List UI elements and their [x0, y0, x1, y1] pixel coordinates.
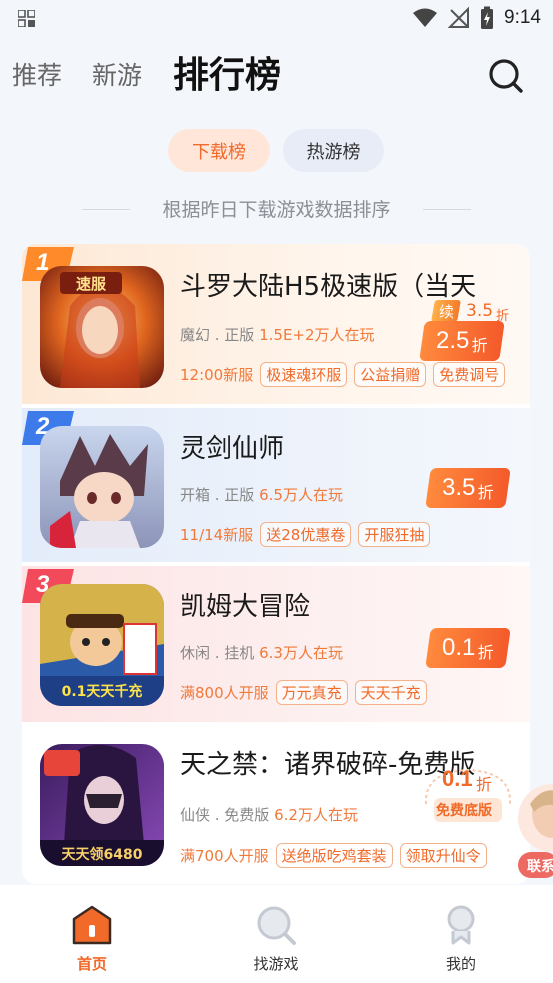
app-grid-icon: [18, 10, 35, 27]
game-tags: 11/14新服 送28优惠卷 开服狂抽: [180, 522, 431, 547]
discount-seal: 0.1 折 免费底版: [420, 764, 516, 826]
icon-label: 速服: [76, 275, 107, 293]
tag: 送28优惠卷: [260, 522, 352, 547]
open-label: 满800人开服: [180, 684, 269, 702]
discount-badge: 0.1 折: [425, 628, 511, 668]
game-tags: 12:00新服 极速魂环服 公益捐赠 免费调号: [180, 362, 506, 387]
game-meta: 开箱 . 正版 6.5万人在玩: [180, 484, 343, 505]
discount-unit: 折: [477, 643, 494, 662]
game-category: 休闲 . 挂机: [180, 644, 255, 662]
discount-unit: 折: [476, 775, 493, 794]
divider: [423, 209, 471, 210]
ranking-caption: 根据昨日下载游戏数据排序: [0, 195, 553, 225]
icon-label: 0.1天天千充: [62, 683, 143, 700]
nav-home-label: 首页: [76, 955, 107, 973]
bottom-nav: 首页 找游戏 我的: [0, 885, 553, 983]
discount-value: 0.1: [442, 766, 473, 791]
game-list: 1 速服 斗罗大陆H5极速版（当天 魔幻 . 正版 1.5E+2万人在玩 12:…: [22, 244, 530, 884]
game-title: 斗罗大陆H5极速版（当天: [180, 272, 477, 302]
game-players: 6.2万人在玩: [274, 806, 358, 824]
game-card[interactable]: 天天领6480 天之禁：诸界破碎-免费版 仙侠 . 免费版 6.2万人在玩 满7…: [22, 726, 530, 884]
open-label: 满700人开服: [180, 847, 269, 865]
tag: 免费调号: [433, 362, 506, 387]
game-players: 1.5E+2万人在玩: [259, 326, 375, 344]
find-games-icon: [257, 906, 296, 945]
renew-label: 续: [439, 303, 455, 321]
game-tags: 满800人开服 万元真充 天天千充: [180, 680, 427, 705]
discount-subtitle: 免费底版: [436, 803, 492, 819]
renew-value: 3.5: [466, 301, 494, 321]
status-bar: 9:14: [0, 0, 553, 38]
subtab-hot[interactable]: 热游榜: [283, 129, 384, 172]
game-players: 6.3万人在玩: [259, 644, 343, 662]
game-card[interactable]: 2 灵剑仙师 开箱 . 正版 6.5万人在玩 11/14新服 送28优惠卷 开服…: [22, 408, 530, 562]
top-nav: 推荐 新游 排行榜: [0, 42, 553, 104]
game-title: 凯姆大冒险: [180, 592, 311, 622]
profile-icon: [447, 905, 475, 945]
ranking-subtabs: 下载榜 热游榜: [0, 129, 553, 173]
nav-find-games-label: 找游戏: [253, 955, 299, 973]
discount-value: 2.5: [436, 327, 470, 354]
game-meta: 休闲 . 挂机 6.3万人在玩: [180, 642, 343, 663]
game-icon[interactable]: 速服: [40, 266, 164, 388]
wifi-icon: [413, 8, 438, 27]
game-meta: 魔幻 . 正版 1.5E+2万人在玩: [180, 324, 375, 345]
game-tags: 满700人开服 送绝版吃鸡套装 领取升仙令: [180, 843, 487, 868]
support-label: 联系: [527, 859, 553, 875]
game-icon[interactable]: [40, 426, 164, 548]
tag: 万元真充: [275, 680, 348, 705]
tab-ranking[interactable]: 排行榜: [173, 46, 281, 98]
nav-profile-label: 我的: [445, 955, 476, 973]
nav-find-games[interactable]: 找游戏: [226, 885, 326, 983]
discount-value: 0.1: [442, 634, 476, 661]
search-icon[interactable]: [486, 56, 526, 96]
subtab-downloads[interactable]: 下载榜: [168, 129, 270, 172]
discount-badge: 3.5 折: [425, 468, 511, 508]
battery-charging-icon: [481, 6, 494, 29]
open-label: 12:00新服: [180, 366, 254, 384]
home-icon: [72, 905, 112, 945]
discount-badge: 2.5 折: [419, 321, 505, 361]
tag: 极速魂环服: [260, 362, 348, 387]
discount-unit: 折: [471, 336, 488, 355]
discount-unit: 折: [477, 483, 494, 502]
game-card[interactable]: 3 0.1天天千充 凯姆大冒险 休闲 . 挂机 6.3万人在玩 满800人开服 …: [22, 566, 530, 722]
discount-value: 3.5: [442, 474, 476, 501]
tab-recommend[interactable]: 推荐: [12, 56, 62, 92]
game-icon[interactable]: 0.1天天千充: [40, 584, 164, 706]
game-meta: 仙侠 . 免费版 6.2万人在玩: [180, 804, 358, 825]
icon-label: 天天领6480: [62, 846, 143, 863]
game-card[interactable]: 1 速服 斗罗大陆H5极速版（当天 魔幻 . 正版 1.5E+2万人在玩 12:…: [22, 244, 530, 404]
game-players: 6.5万人在玩: [259, 486, 343, 504]
tag: 天天千充: [354, 680, 427, 705]
clock: 9:14: [504, 7, 541, 28]
game-icon[interactable]: 天天领6480: [40, 744, 164, 866]
nav-profile[interactable]: 我的: [411, 885, 511, 983]
tag: 开服狂抽: [358, 522, 431, 547]
tag: 领取升仙令: [399, 843, 487, 868]
floating-support[interactable]: 联系: [516, 778, 553, 884]
open-label: 11/14新服: [180, 526, 254, 544]
game-category: 魔幻 . 正版: [180, 326, 255, 344]
no-signal-icon: [448, 7, 470, 28]
game-category: 开箱 . 正版: [180, 486, 255, 504]
tag: 公益捐赠: [354, 362, 427, 387]
nav-home[interactable]: 首页: [42, 885, 142, 983]
game-category: 仙侠 . 免费版: [180, 806, 270, 824]
tab-new-games[interactable]: 新游: [92, 56, 142, 92]
tag: 送绝版吃鸡套装: [275, 843, 393, 868]
game-title: 灵剑仙师: [180, 434, 285, 464]
